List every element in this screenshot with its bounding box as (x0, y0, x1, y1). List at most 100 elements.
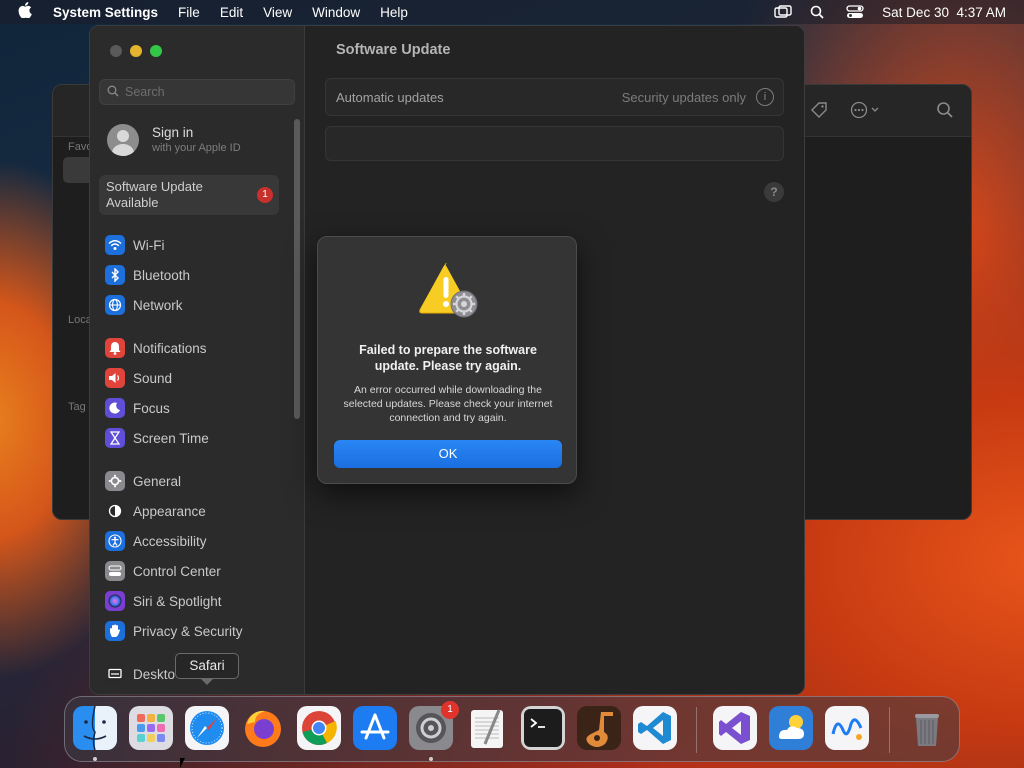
dock-app-trash[interactable] (905, 706, 949, 750)
app-store-icon (353, 706, 397, 750)
tag-icon[interactable] (809, 101, 829, 121)
dock-app-visual-studio[interactable] (713, 706, 757, 750)
sidebar-item-notifications[interactable]: Notifications (105, 336, 290, 360)
sidebar-item-general[interactable]: General (105, 469, 290, 493)
moon-icon (105, 398, 125, 418)
sidebar-item-label: Siri & Spotlight (133, 593, 222, 609)
control-center-icon (105, 561, 125, 581)
dock-app-firefox[interactable] (241, 706, 285, 750)
menu-file[interactable]: File (178, 5, 200, 20)
help-button[interactable]: ? (764, 182, 784, 202)
globe-icon (105, 295, 125, 315)
dock-separator (889, 707, 890, 753)
sidebar-item-privacy-security[interactable]: Privacy & Security (105, 619, 290, 643)
sidebar-item-accessibility[interactable]: Accessibility (105, 529, 290, 553)
apple-id-signin[interactable]: Sign in with your Apple ID (107, 123, 297, 159)
dock-app-garageband[interactable] (577, 706, 621, 750)
dock-app-terminal[interactable] (521, 706, 565, 750)
sidebar-item-label: Accessibility (133, 533, 207, 549)
ok-button[interactable]: OK (334, 440, 562, 468)
automatic-updates-label: Automatic updates (336, 90, 444, 105)
gear-icon (105, 471, 125, 491)
dock-app-finder[interactable] (73, 706, 117, 750)
dock-app-visual-studio-code[interactable] (633, 706, 677, 750)
sidebar-item-label: Bluetooth (133, 267, 191, 283)
zoom-button[interactable] (150, 45, 162, 57)
safari-icon (185, 706, 229, 750)
control-center-icon[interactable] (846, 5, 864, 19)
running-indicator (429, 757, 433, 761)
menu-datetime[interactable]: Sat Dec 30 4:37 AM (882, 5, 1006, 20)
search-placeholder: Search (125, 85, 165, 99)
minimize-button[interactable] (130, 45, 142, 57)
sidebar-item-focus[interactable]: Focus (105, 396, 290, 420)
automatic-updates-row[interactable]: Automatic updates Security updates only … (325, 78, 784, 116)
settings-sidebar: Search Sign in with your Apple ID Softwa… (90, 26, 305, 694)
sidebar-item-wi-fi[interactable]: Wi-Fi (105, 233, 290, 257)
sidebar-item-label: Deskto (133, 666, 176, 682)
visual-studio-icon (713, 706, 757, 750)
signin-subtitle: with your Apple ID (152, 142, 241, 154)
sidebar-item-label: Control Center (133, 563, 221, 579)
menu-help[interactable]: Help (380, 5, 408, 20)
sidebar-item-bluetooth[interactable]: Bluetooth (105, 263, 290, 287)
menu-window[interactable]: Window (312, 5, 360, 20)
software-update-available-label: Software Update Available (106, 179, 203, 210)
sidebar-item-siri-spotlight[interactable]: Siri & Spotlight (105, 589, 290, 613)
dock-app-freeform[interactable] (825, 706, 869, 750)
more-actions-icon[interactable] (850, 101, 884, 121)
sidebar-item-label: Network (133, 297, 183, 313)
dock-app-textedit[interactable] (465, 706, 509, 750)
screen-mirroring-icon[interactable] (774, 5, 792, 19)
info-icon[interactable]: i (756, 88, 774, 106)
bell-icon (105, 338, 125, 358)
dock-app-chrome[interactable] (297, 706, 341, 750)
chrome-icon (297, 706, 341, 750)
siri-icon (105, 591, 125, 611)
running-indicator (93, 757, 97, 761)
sidebar-item-label: General (133, 473, 182, 489)
terminal-icon (521, 706, 565, 750)
spotlight-search-icon[interactable] (810, 5, 828, 19)
close-button[interactable] (110, 45, 122, 57)
search-input[interactable]: Search (99, 79, 295, 105)
dock-app-app-store[interactable] (353, 706, 397, 750)
hourglass-icon (105, 428, 125, 448)
dock: 1 (64, 696, 960, 762)
menu-edit[interactable]: Edit (220, 5, 243, 20)
sidebar-item-screen-time[interactable]: Screen Time (105, 426, 290, 450)
menu-bar: System Settings File Edit View Window He… (0, 0, 1024, 24)
firefox-icon (241, 706, 285, 750)
update-badge: 1 (257, 187, 273, 203)
trash-icon (905, 706, 949, 750)
dock-app-weather[interactable] (769, 706, 813, 750)
dock-app-launchpad[interactable] (129, 706, 173, 750)
avatar (107, 124, 139, 156)
menu-view[interactable]: View (263, 5, 292, 20)
dock-badge: 1 (441, 701, 459, 719)
vscode-icon (633, 706, 677, 750)
search-icon (107, 85, 119, 100)
desktop-icon (105, 664, 125, 684)
dock-app-safari[interactable] (185, 706, 229, 750)
error-alert-dialog: Failed to prepare the software update. P… (317, 236, 577, 484)
menu-app-name[interactable]: System Settings (53, 5, 158, 20)
software-update-available-item[interactable]: Software Update Available 1 (99, 175, 279, 215)
sidebar-label-tags: Tag (68, 401, 86, 413)
sidebar-item-sound[interactable]: Sound (105, 366, 290, 390)
sidebar-item-control-center[interactable]: Control Center (105, 559, 290, 583)
textedit-icon (465, 706, 509, 750)
sidebar-item-appearance[interactable]: Appearance (105, 499, 290, 523)
search-icon[interactable] (935, 101, 955, 121)
speaker-icon (105, 368, 125, 388)
sidebar-item-label: Notifications (133, 340, 207, 356)
sidebar-scrollbar[interactable] (294, 119, 300, 419)
appearance-icon (105, 501, 125, 521)
signin-title: Sign in (152, 125, 194, 140)
sidebar-item-label: Sound (133, 370, 173, 386)
sidebar-item-label: Screen Time (133, 430, 209, 446)
sidebar-item-network[interactable]: Network (105, 293, 290, 317)
dock-tooltip: Safari (175, 653, 239, 679)
apple-menu-icon[interactable] (18, 2, 38, 22)
accessibility-icon (105, 531, 125, 551)
